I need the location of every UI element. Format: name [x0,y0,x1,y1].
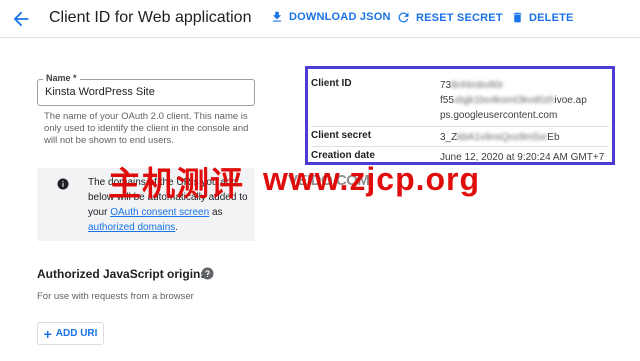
trash-icon [513,12,522,23]
client-id-row: Client ID 738nf4mbvlt0r f55xlqjk1bo4ksmt… [311,78,609,125]
delete-label: DELETE [529,11,574,24]
refresh-icon [398,12,409,23]
client-id-redacted-1: 8nf4mbvlt0r [451,80,504,91]
oauth-consent-screen-link[interactable]: OAuth consent screen [110,207,209,218]
authorized-domains-link[interactable]: authorized domains [88,222,175,233]
name-field-label: Name * [43,73,80,83]
reset-secret-label: RESET SECRET [416,11,503,24]
download-json-label: DOWNLOAD JSON [289,11,391,23]
client-id-redacted-2: xlqjk1bo4ksmt3kvd0zh [453,95,555,106]
client-secret-row: Client secret 3_ZkbA1v9nsQoz8m5xrEb [311,126,609,146]
page-title: Client ID for Web application [49,9,252,26]
info-text-after: . [175,222,179,233]
client-secret-end: Eb [547,132,560,143]
help-icon[interactable] [201,267,214,285]
top-bar: Client ID for Web application DOWNLOAD J… [0,0,640,38]
creation-date-key: Creation date [311,150,375,161]
watermark-chinese-text: 主机测评 [108,164,244,203]
client-secret-start: 3_Z [440,132,458,143]
client-id-line-3: ps.googleusercontent.com [440,110,558,121]
client-id-value[interactable]: 738nf4mbvlt0r f55xlqjk1bo4ksmt3kvd0zhivo… [440,78,587,123]
js-origins-subtitle: For use with requests from a browser [37,291,194,302]
name-field-value[interactable]: Kinsta WordPress Site [45,86,155,98]
delete-button[interactable]: DELETE [511,10,574,25]
reset-secret-button[interactable]: RESET SECRET [396,10,503,25]
watermark-url-text: www.zjcp.org [263,161,481,197]
add-uri-button[interactable]: + ADD URI [37,322,104,345]
js-origins-title: Authorized JavaScript origins [37,267,208,281]
client-id-line-1: 73 [440,80,452,91]
info-text-mid: as [209,207,223,218]
client-id-line-2: f55 [440,95,454,106]
client-secret-value[interactable]: 3_ZkbA1v9nsQoz8m5xrEb [440,130,560,145]
name-help-text: The name of your OAuth 2.0 client. This … [44,111,249,146]
arrow-back-icon[interactable] [10,8,32,30]
client-id-line-2-end: ivoe.ap [554,95,587,106]
download-json-button[interactable]: DOWNLOAD JSON [270,10,391,24]
creation-date-row: Creation date June 12, 2020 at 9:20:24 A… [311,146,609,163]
client-details-panel: Client ID 738nf4mbvlt0r f55xlqjk1bo4ksmt… [305,66,615,165]
client-id-key: Client ID [311,78,352,89]
info-icon [57,177,69,195]
client-secret-redacted: kbA1v9nsQoz8m5xr [457,132,548,143]
add-uri-label: ADD URI [55,328,98,339]
name-field[interactable]: Name * Kinsta WordPress Site [37,73,255,106]
client-secret-key: Client secret [311,130,372,141]
plus-icon: + [43,325,52,342]
download-icon [272,11,282,22]
